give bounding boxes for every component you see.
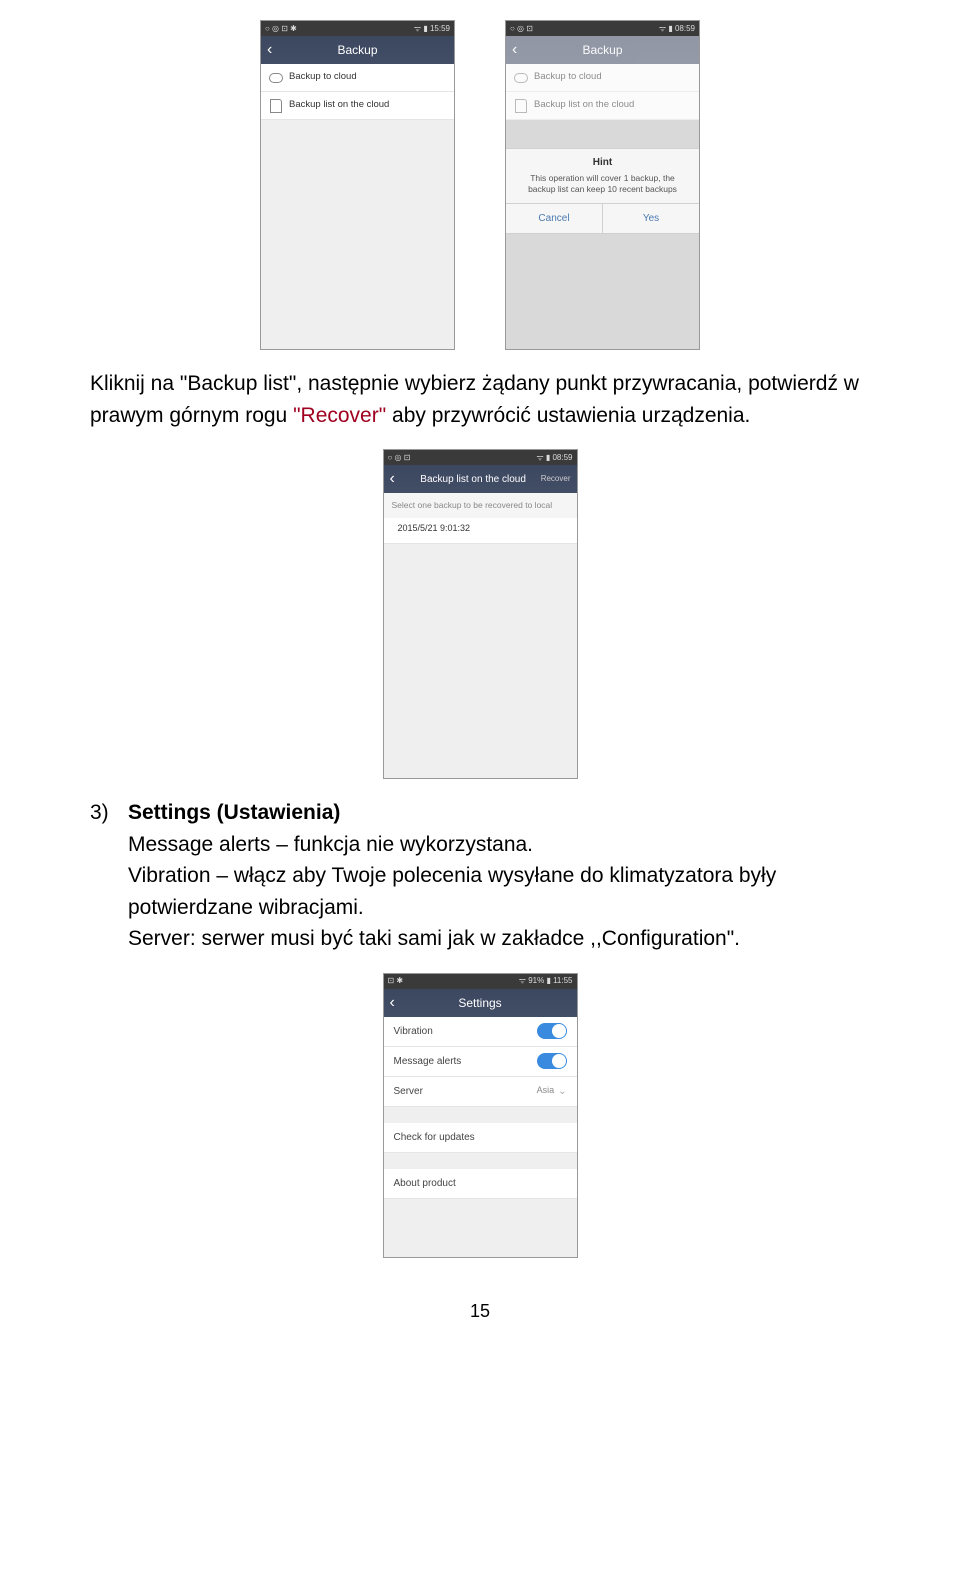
hint-dialog: Hint This operation will cover 1 backup,… — [506, 148, 699, 234]
row-backup-to-cloud: Backup to cloud — [506, 64, 699, 92]
screen-title: Backup — [528, 41, 677, 59]
document-icon — [269, 99, 283, 113]
empty-area — [384, 1199, 577, 1257]
section-gap — [384, 1153, 577, 1169]
app-top-bar: ‹ Backup — [506, 36, 699, 64]
screenshot-row-top: ○ ◎ ⊡ ✱ ᯤ ▮ 15:59 ‹ Backup Backup to clo… — [90, 20, 870, 350]
row-backup-list-cloud[interactable]: Backup list on the cloud — [261, 92, 454, 120]
screen-title: Settings — [406, 994, 555, 1012]
dimmed-area: Hint This operation will cover 1 backup,… — [506, 120, 699, 349]
row-label: Message alerts — [394, 1054, 462, 1069]
list-number: 3) — [90, 797, 128, 955]
app-top-bar: ‹ Settings — [384, 989, 577, 1017]
row-label: Check for updates — [394, 1130, 475, 1145]
row-label: Backup list on the cloud — [534, 98, 634, 112]
status-left-icons: ○ ◎ ⊡ ✱ — [265, 23, 297, 35]
paragraph-instruction-1: Kliknij na "Backup list", następnie wybi… — [90, 368, 870, 431]
yes-button[interactable]: Yes — [603, 204, 699, 233]
document-icon — [514, 99, 528, 113]
row-about-product[interactable]: About product — [384, 1169, 577, 1199]
screenshot-settings: ⊡ ✱ ᯤ 91% ▮ 11:55 ‹ Settings Vibration M… — [383, 973, 578, 1258]
settings-line-msg: Message alerts – funkcja nie wykorzystan… — [128, 829, 870, 861]
app-top-bar: ‹ Backup — [261, 36, 454, 64]
status-right-time: ᯤ ▮ 08:59 — [659, 23, 695, 35]
screenshot-backup-list: ○ ◎ ⊡ ✱ ᯤ ▮ 15:59 ‹ Backup Backup to clo… — [260, 20, 455, 350]
screen-title: Backup — [283, 41, 432, 59]
recover-action[interactable]: Recover — [541, 473, 571, 485]
row-label: Server — [394, 1084, 423, 1099]
status-right-time: ᯤ ▮ 08:59 — [536, 452, 572, 464]
back-chevron-icon[interactable]: ‹ — [267, 38, 283, 62]
back-chevron-icon[interactable]: ‹ — [390, 991, 406, 1015]
row-label: Backup to cloud — [534, 70, 602, 84]
row-vibration[interactable]: Vibration — [384, 1017, 577, 1047]
status-bar: ○ ◎ ⊡ ᯤ ▮ 08:59 — [506, 21, 699, 36]
settings-heading: Settings (Ustawienia) — [128, 797, 870, 829]
row-backup-list-cloud: Backup list on the cloud — [506, 92, 699, 120]
chevron-down-icon: ⌄ — [558, 1084, 566, 1099]
helper-text: Select one backup to be recovered to loc… — [384, 493, 577, 518]
app-top-bar: ‹ Backup list on the cloud Recover — [384, 465, 577, 493]
list-item-3: 3) Settings (Ustawienia) Message alerts … — [90, 797, 870, 955]
status-bar: ○ ◎ ⊡ ᯤ ▮ 08:59 — [384, 450, 577, 465]
settings-line-vibration: Vibration – włącz aby Twoje polecenia wy… — [128, 860, 870, 923]
row-server[interactable]: Server Asia ⌄ — [384, 1077, 577, 1107]
dialog-title: Hint — [506, 149, 699, 173]
cloud-icon — [269, 71, 283, 85]
empty-area — [261, 120, 454, 349]
screen-title: Backup list on the cloud — [406, 472, 541, 487]
screenshot-recover-list: ○ ◎ ⊡ ᯤ ▮ 08:59 ‹ Backup list on the clo… — [383, 449, 578, 779]
row-message-alerts[interactable]: Message alerts — [384, 1047, 577, 1077]
section-gap — [384, 1107, 577, 1123]
toggle-on-icon[interactable] — [537, 1023, 567, 1039]
status-right-time: ᯤ 91% ▮ 11:55 — [519, 975, 573, 987]
toggle-on-icon[interactable] — [537, 1053, 567, 1069]
page-number: 15 — [90, 1298, 870, 1325]
settings-line-server: Server: serwer musi być taki sami jak w … — [128, 923, 870, 955]
status-left-icons: ○ ◎ ⊡ — [388, 452, 411, 464]
server-value: Asia — [537, 1084, 555, 1098]
recover-highlight: "Recover" — [293, 404, 386, 427]
row-label: About product — [394, 1176, 456, 1191]
status-bar: ⊡ ✱ ᯤ 91% ▮ 11:55 — [384, 974, 577, 989]
row-backup-to-cloud[interactable]: Backup to cloud — [261, 64, 454, 92]
cloud-icon — [514, 71, 528, 85]
back-chevron-icon: ‹ — [512, 38, 528, 62]
row-check-updates[interactable]: Check for updates — [384, 1123, 577, 1153]
status-left-icons: ○ ◎ ⊡ — [510, 23, 533, 35]
cancel-button[interactable]: Cancel — [506, 204, 603, 233]
dialog-body: This operation will cover 1 backup, the … — [506, 173, 699, 203]
screenshot-backup-hint-dialog: ○ ◎ ⊡ ᯤ ▮ 08:59 ‹ Backup Backup to cloud… — [505, 20, 700, 350]
empty-area — [384, 544, 577, 778]
row-label: Backup to cloud — [289, 70, 357, 84]
row-label: Vibration — [394, 1024, 433, 1039]
back-chevron-icon[interactable]: ‹ — [390, 467, 406, 491]
row-label: Backup list on the cloud — [289, 98, 389, 112]
text-segment: aby przywrócić ustawienia urządzenia. — [386, 404, 750, 427]
backup-timestamp-row[interactable]: 2015/5/21 9:01:32 — [384, 518, 577, 545]
status-right-time: ᯤ ▮ 15:59 — [414, 23, 450, 35]
status-bar: ○ ◎ ⊡ ✱ ᯤ ▮ 15:59 — [261, 21, 454, 36]
status-left-icons: ⊡ ✱ — [388, 975, 404, 987]
